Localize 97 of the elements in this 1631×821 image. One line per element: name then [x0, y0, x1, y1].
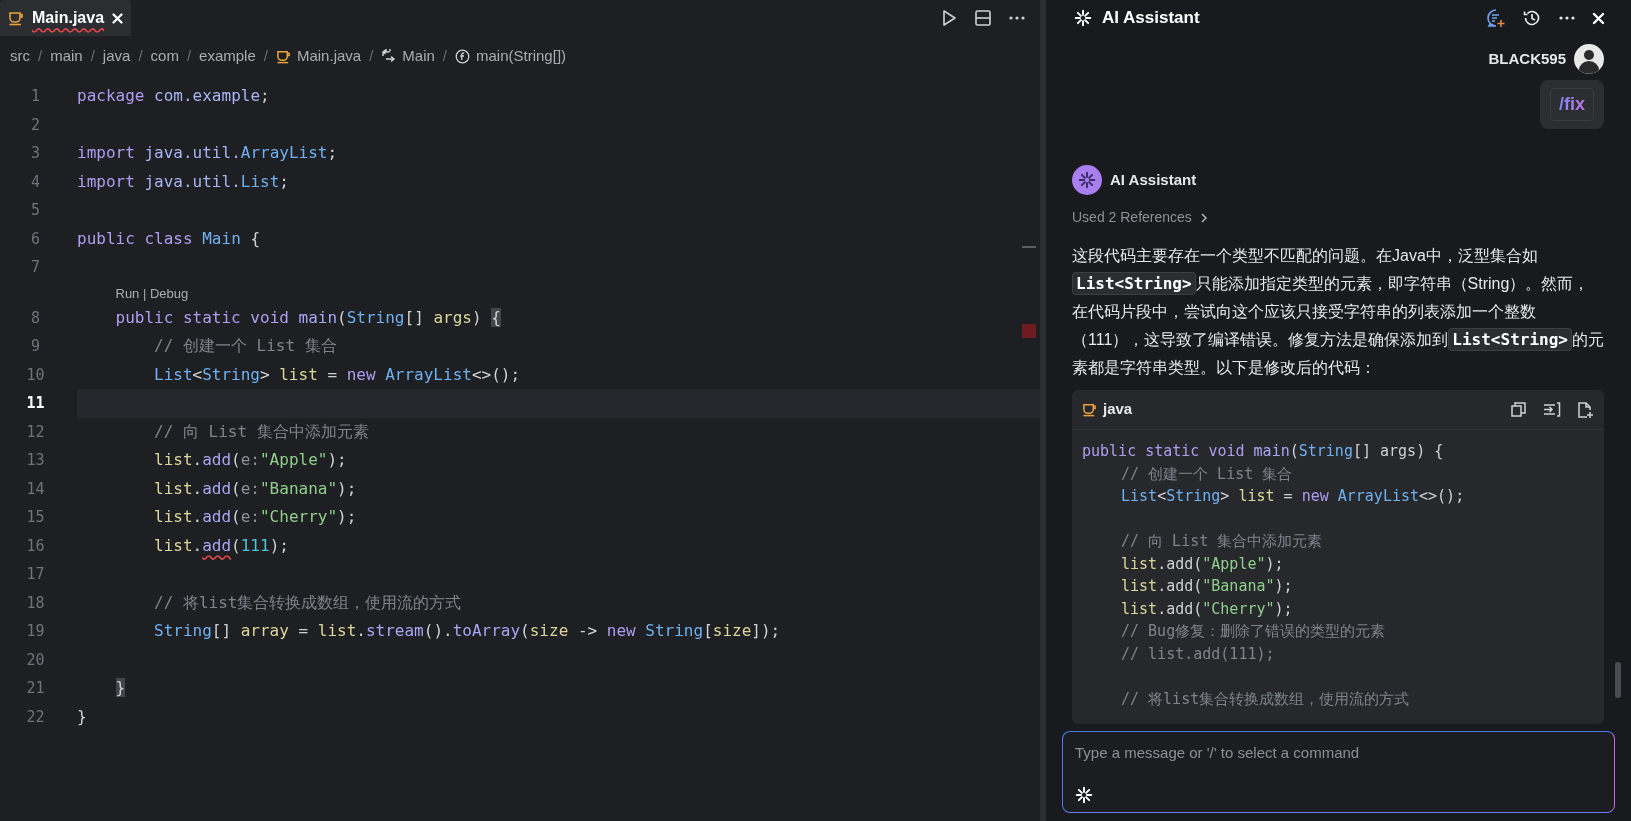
more-icon[interactable] [1558, 15, 1576, 21]
sparkle-icon [1075, 786, 1093, 804]
breadcrumb-item[interactable]: main [50, 44, 83, 68]
breadcrumb-item[interactable]: com [150, 44, 179, 68]
line-number: 12 [26, 421, 45, 443]
code-line: import java.util.List; [77, 170, 289, 193]
file-tab[interactable]: Main.java [0, 0, 132, 36]
code-line: List<String> list = new ArrayList<>(); [154, 363, 521, 386]
breadcrumb-item[interactable]: Main [402, 44, 435, 68]
more-icon[interactable] [1008, 15, 1026, 21]
split-icon[interactable] [974, 9, 992, 27]
insert-icon[interactable] [1543, 401, 1561, 418]
line-number: 22 [26, 706, 45, 728]
code-line: public class Main { [77, 227, 261, 250]
breadcrumb-separator: / [38, 45, 43, 66]
assistant-name: AI Assistant [1110, 169, 1197, 190]
line-number: 2 [31, 114, 40, 136]
message-input[interactable]: Type a message or '/' to select a command [1062, 731, 1615, 813]
code-lens-links[interactable]: Run | Debug [115, 285, 189, 301]
line-number: 19 [26, 621, 45, 642]
run-icon[interactable] [940, 9, 958, 27]
line-number: 16 [26, 535, 45, 557]
method-icon [455, 48, 470, 64]
code-line: } [77, 705, 87, 728]
line-number: 4 [31, 171, 40, 193]
code-line: // Bug修复：删除了错误的类型的元素 [1121, 621, 1386, 642]
line-number: 8 [31, 307, 40, 329]
new-chat-icon[interactable] [1486, 8, 1506, 28]
line-number: 6 [31, 228, 40, 250]
line-number: 9 [31, 336, 40, 357]
message-field[interactable]: Type a message or '/' to select a command [1075, 742, 1602, 765]
breadcrumb-separator: / [369, 45, 374, 66]
line-number: 17 [26, 564, 45, 585]
line-number: 7 [31, 257, 40, 278]
breadcrumb-separator: / [90, 45, 95, 66]
new-file-icon[interactable] [1577, 400, 1594, 419]
breadcrumb-separator: / [442, 45, 447, 66]
code-line: // 创建一个 List 集合 [154, 335, 337, 358]
scrollbar-thumb[interactable] [1615, 662, 1621, 698]
cup-icon [1082, 402, 1097, 417]
class-structure-icon [381, 48, 397, 64]
sparkle-icon [1078, 171, 1096, 189]
line-number: 20 [26, 649, 45, 671]
breadcrumb-separator: / [138, 45, 143, 66]
code-line: // 创建一个 List 集合 [1121, 463, 1293, 485]
history-icon[interactable] [1522, 8, 1542, 28]
code-line: list.add(111); [154, 534, 289, 557]
line-number: 13 [26, 450, 45, 471]
user-avatar [1574, 44, 1604, 74]
code-line: // 将list集合转换成数组，使用流的方式 [1121, 688, 1410, 710]
code-line: // 向 List 集合中添加元素 [154, 420, 369, 443]
line-number: 3 [31, 143, 40, 164]
error-stripe-marker[interactable] [1022, 324, 1036, 338]
panel-title: AI Assistant [1102, 7, 1200, 30]
cup-icon [275, 48, 291, 64]
line-number: 10 [26, 364, 45, 386]
code-line: list.add(e:"Banana"); [154, 477, 357, 500]
cup-icon [8, 10, 24, 26]
snippet-language: java [1103, 399, 1133, 420]
chevron-right-icon[interactable] [1199, 211, 1208, 224]
code-line: // 向 List 集合中添加元素 [1121, 531, 1323, 552]
command-chip: /fix [1550, 88, 1594, 121]
answer-paragraph: 这段代码主要存在一个类型不匹配的问题。在Java中，泛型集合如 List<String> 只能添加指定类型的元素，即字符串（String）。然而，在代码片段中，尝试向这个应该只接受字符串的列表添加一个整数（111），这导致了编译错误。修复方法是确保添加到 List<String> 的元素都是字符串类型。以下是修改后的代码： [1072, 246, 1604, 378]
scroll-marker [1022, 246, 1036, 248]
user-name: BLACK595 [1488, 48, 1566, 69]
code-line: list.add("Apple"); [1121, 553, 1284, 575]
breadcrumb-separator: / [263, 45, 268, 66]
copy-icon[interactable] [1510, 401, 1527, 418]
breadcrumb-item[interactable]: src [10, 44, 30, 68]
code-line: list.add(e:"Cherry"); [154, 506, 357, 529]
code-line: public static void main(String[] args) { [1082, 441, 1444, 462]
code-line: String[] array = list.stream().toArray(size -> new String[size]); [154, 620, 781, 643]
line-number: 5 [31, 200, 40, 221]
line-number: 14 [26, 478, 45, 500]
code-line: list.add("Banana"); [1121, 576, 1293, 597]
code-line: // 将list集合转换成数组，使用流的方式 [154, 591, 462, 614]
line-number: 1 [31, 86, 40, 107]
line-number: 15 [26, 507, 45, 528]
close-icon[interactable] [112, 12, 124, 24]
breadcrumb-item[interactable]: java [102, 44, 131, 68]
breadcrumb-item[interactable]: example [199, 44, 256, 68]
close-icon[interactable] [1592, 11, 1605, 25]
references-link[interactable]: Used 2 References [1072, 207, 1192, 228]
line-number: 21 [26, 678, 45, 699]
breadcrumb-separator: / [186, 45, 192, 66]
breadcrumb-item[interactable]: main(String[]) [476, 44, 567, 68]
code-line: list.add(e:"Apple"); [154, 449, 347, 472]
breadcrumb-item[interactable]: Main.java [296, 44, 362, 68]
line-number: 18 [26, 592, 45, 614]
code-line: package com.example; [77, 85, 270, 108]
code-line: list.add("Cherry"); [1121, 598, 1293, 620]
code-line: // list.add(111); [1121, 643, 1275, 665]
sparkle-icon [1074, 9, 1092, 27]
code-line: import java.util.ArrayList; [77, 142, 338, 165]
code-line: public static void main(String[] args) { [115, 306, 501, 329]
code-line: List<String> list = new ArrayList<>(); [1121, 486, 1465, 507]
line-number: 11 [26, 393, 45, 414]
